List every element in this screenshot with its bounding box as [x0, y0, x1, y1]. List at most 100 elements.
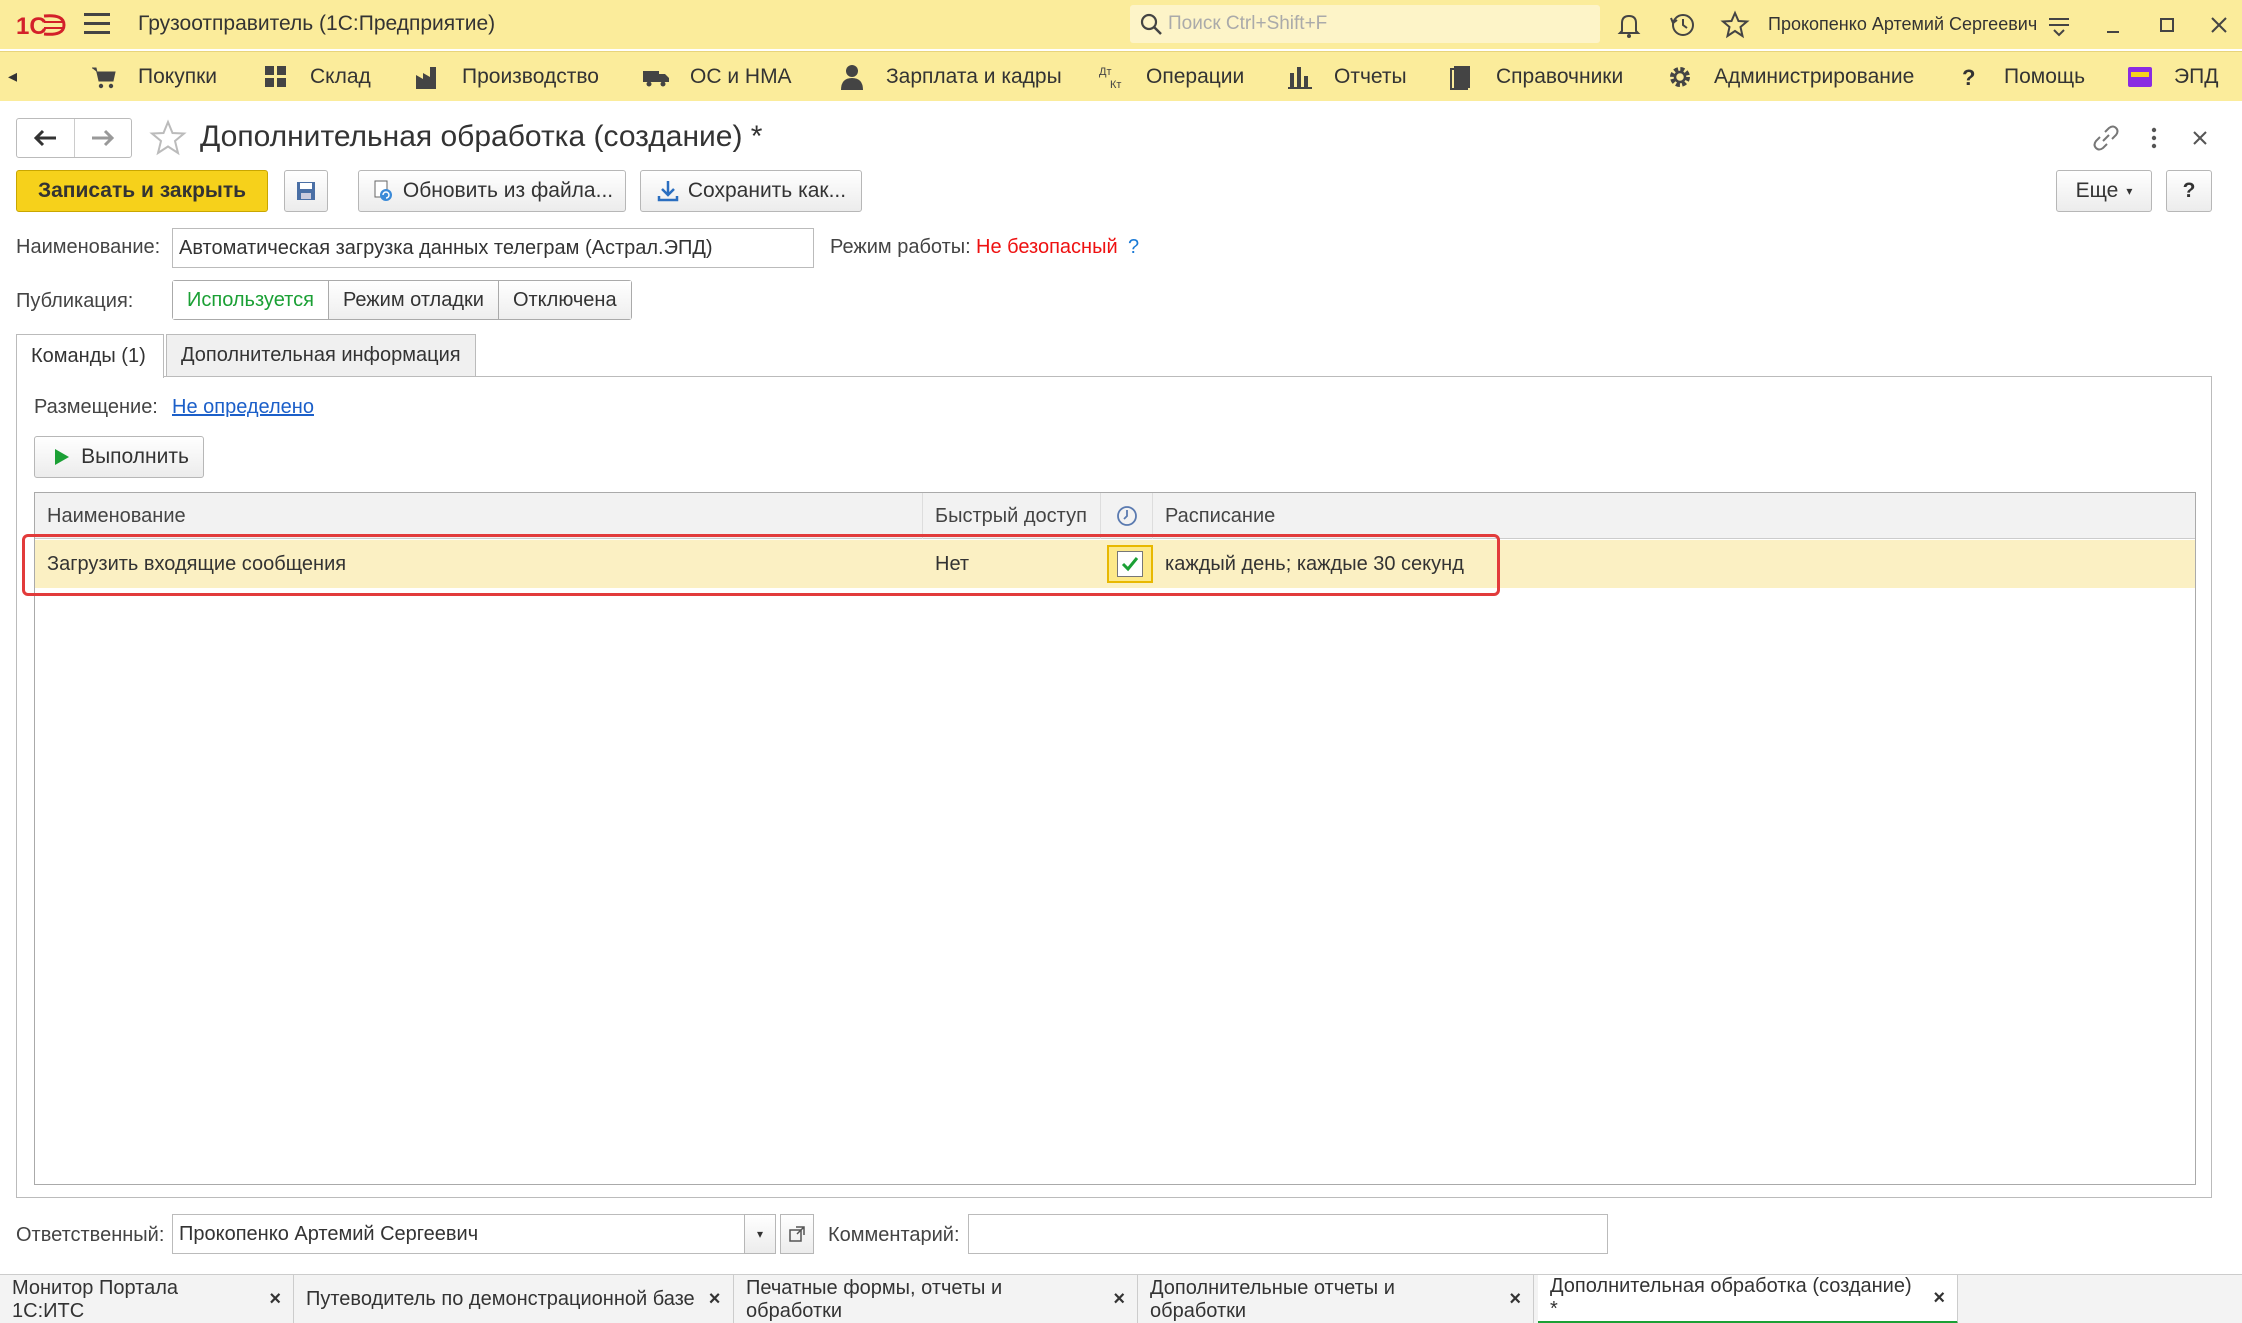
- placement-link[interactable]: Не определено: [172, 396, 314, 419]
- menu-item-label: Производство: [462, 65, 599, 88]
- arrow-right-icon: [91, 129, 114, 147]
- folder-icon: [2128, 67, 2152, 87]
- save-button[interactable]: [284, 170, 328, 212]
- help-button[interactable]: ?: [2166, 170, 2212, 212]
- mode-help-link[interactable]: ?: [1128, 236, 1139, 259]
- menu-item-operations[interactable]: Дт Кт Операции: [1098, 52, 1244, 102]
- window-tab-label: Печатные формы, отчеты и обработки: [746, 1276, 1003, 1322]
- save-and-close-button[interactable]: Записать и закрыть: [16, 170, 268, 212]
- form-title: Дополнительная обработка (создание) *: [200, 120, 763, 153]
- menu-item-warehouse[interactable]: Склад: [262, 52, 371, 102]
- publication-label: Публикация:: [16, 290, 134, 312]
- close-tab-icon[interactable]: ×: [1113, 1288, 1125, 1311]
- run-button[interactable]: Выполнить: [34, 436, 204, 478]
- column-header-quick-access[interactable]: Быстрый доступ: [923, 493, 1101, 539]
- open-responsible-button[interactable]: [780, 1214, 814, 1254]
- update-from-file-button[interactable]: Обновить из файла...: [358, 170, 626, 212]
- menu-item-catalogs[interactable]: Справочники: [1448, 52, 1623, 102]
- menu-item-production[interactable]: Производство: [414, 52, 599, 102]
- menu-item-help[interactable]: ? Помощь: [1956, 52, 2085, 102]
- window-tab-current-form[interactable]: Дополнительная обработка (создание) * ×: [1538, 1275, 1958, 1323]
- run-label: Выполнить: [81, 445, 189, 468]
- minimize-icon[interactable]: [2098, 10, 2128, 40]
- gear-icon: [1670, 67, 1690, 87]
- update-from-file-label: Обновить из файла...: [402, 179, 614, 202]
- title-bar: 1С Грузоотправитель (1С:Предприятие) Про…: [0, 0, 2242, 49]
- window-tab-its-monitor[interactable]: Монитор Портала 1С:ИТС ×: [0, 1275, 294, 1323]
- search-box[interactable]: [1130, 5, 1600, 43]
- tab-commands[interactable]: Команды (1): [16, 334, 164, 378]
- publication-option-debug[interactable]: Режим отладки: [328, 281, 499, 319]
- menu-item-salary[interactable]: Зарплата и кадры: [838, 52, 1062, 102]
- table-row[interactable]: Загрузить входящие сообщения Нет каждый …: [35, 540, 2195, 588]
- window-tab-print-forms[interactable]: Печатные формы, отчеты и обработки ×: [734, 1275, 1138, 1323]
- name-label: Наименование:: [16, 236, 161, 258]
- close-window-icon[interactable]: [2204, 10, 2234, 40]
- cell-quick-access[interactable]: Нет: [923, 540, 1101, 588]
- factory-icon: [416, 67, 436, 89]
- scroll-left-icon[interactable]: ◂: [8, 66, 17, 87]
- svg-text:?: ?: [1962, 65, 1975, 90]
- more-actions-icon[interactable]: [2138, 122, 2170, 154]
- column-header-scheduled[interactable]: [1101, 493, 1153, 539]
- navigation-buttons: [16, 118, 132, 158]
- name-input[interactable]: Автоматическая загрузка данных телеграм …: [172, 228, 814, 268]
- favorites-star-icon[interactable]: [1720, 10, 1750, 40]
- main-menu-icon[interactable]: [84, 13, 110, 35]
- close-tab-icon[interactable]: ×: [269, 1288, 281, 1311]
- download-icon: [657, 181, 679, 202]
- back-button[interactable]: [17, 119, 75, 157]
- commands-table: Наименование Быстрый доступ Расписание З…: [34, 492, 2196, 1185]
- window-tab-additional-reports[interactable]: Дополнительные отчеты и обработки ×: [1138, 1275, 1534, 1323]
- dropdown-arrow-icon: ▾: [756, 1227, 764, 1241]
- menu-item-label: Отчеты: [1334, 65, 1407, 88]
- window-tab-guide[interactable]: Путеводитель по демонстрационной базе ×: [294, 1275, 734, 1323]
- window-tab-label: Дополнительные отчеты и обработки: [1150, 1276, 1395, 1322]
- operations-icon: ДтКт: [1099, 66, 1121, 91]
- menu-item-epd[interactable]: ЭПД: [2126, 52, 2218, 102]
- window-tab-label: Дополнительная обработка (создание) *: [1550, 1275, 1912, 1320]
- close-tab-icon[interactable]: ×: [709, 1288, 721, 1311]
- cell-schedule[interactable]: каждый день; каждые 30 секунд: [1153, 540, 2195, 588]
- column-header-name[interactable]: Наименование: [35, 493, 923, 539]
- 1c-logo-icon[interactable]: 1С: [14, 10, 66, 40]
- menu-item-administration[interactable]: Администрирование: [1666, 52, 1914, 102]
- responsible-dropdown-button[interactable]: ▾: [744, 1214, 776, 1254]
- user-name[interactable]: Прокопенко Артемий Сергеевич: [1768, 14, 2037, 35]
- settings-menu-icon[interactable]: [2044, 10, 2074, 40]
- close-form-icon[interactable]: [2184, 122, 2216, 154]
- menu-item-fixed-assets[interactable]: ОС и НМА: [642, 52, 792, 102]
- menu-item-purchases[interactable]: Покупки: [90, 52, 217, 102]
- tab-additional-info[interactable]: Дополнительная информация: [166, 334, 476, 376]
- clock-icon: [1116, 506, 1137, 526]
- close-tab-icon[interactable]: ×: [1509, 1288, 1521, 1311]
- cell-command-name[interactable]: Загрузить входящие сообщения: [35, 540, 923, 588]
- scheduled-checkbox[interactable]: [1107, 545, 1153, 583]
- menu-item-reports[interactable]: Отчеты: [1286, 52, 1407, 102]
- close-tab-icon[interactable]: ×: [1933, 1287, 1945, 1310]
- link-icon[interactable]: [2090, 122, 2122, 154]
- dropdown-arrow-icon: ▾: [2126, 184, 2133, 198]
- chart-icon: [1288, 67, 1312, 89]
- bell-icon[interactable]: [1614, 10, 1644, 40]
- more-button[interactable]: Еще ▾: [2056, 170, 2152, 212]
- forward-button[interactable]: [75, 119, 132, 157]
- history-icon[interactable]: [1668, 10, 1698, 40]
- menu-item-label: Помощь: [2004, 65, 2086, 88]
- mode-label: Режим работы:: [830, 236, 971, 258]
- search-input[interactable]: [1168, 13, 1588, 35]
- comment-label: Комментарий:: [828, 1224, 960, 1246]
- placement-label: Размещение:: [34, 396, 158, 418]
- menu-item-label: Администрирование: [1714, 65, 1915, 88]
- person-icon: [841, 65, 863, 90]
- responsible-input[interactable]: Прокопенко Артемий Сергеевич: [172, 1214, 772, 1254]
- publication-option-disabled[interactable]: Отключена: [498, 281, 631, 319]
- save-as-button[interactable]: Сохранить как...: [640, 170, 862, 212]
- help-label: ?: [2182, 179, 2196, 202]
- publication-option-used[interactable]: Используется: [173, 281, 329, 319]
- maximize-icon[interactable]: [2152, 10, 2182, 40]
- menu-item-label: Зарплата и кадры: [886, 65, 1062, 88]
- favorite-star-icon[interactable]: [148, 118, 188, 158]
- comment-input[interactable]: [968, 1214, 1608, 1254]
- column-header-schedule[interactable]: Расписание: [1153, 493, 2195, 539]
